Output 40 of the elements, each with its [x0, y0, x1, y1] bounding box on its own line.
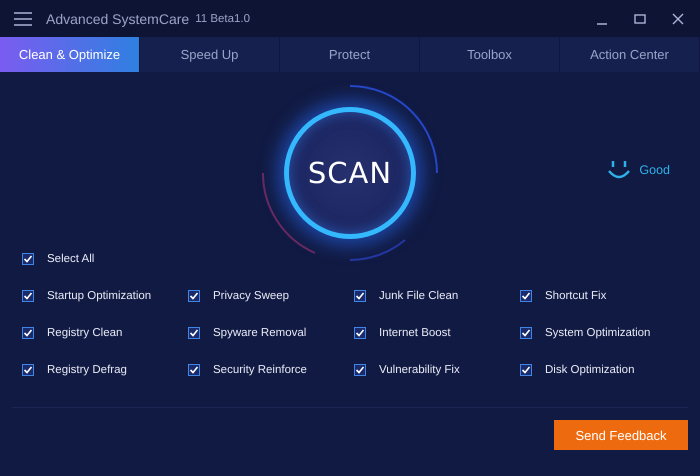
- send-feedback-button[interactable]: Send Feedback: [554, 420, 688, 450]
- tab[interactable]: Clean & Optimize: [0, 37, 140, 72]
- checkbox[interactable]: [520, 364, 532, 376]
- window-title: Advanced SystemCare: [46, 10, 190, 26]
- option-label: Vulnerability Fix: [379, 364, 460, 376]
- menu-icon[interactable]: [14, 12, 32, 26]
- option-label: Registry Defrag: [47, 364, 127, 376]
- close-icon[interactable]: [672, 12, 684, 24]
- option-label: Internet Boost: [379, 327, 451, 339]
- option-label: Spyware Removal: [213, 327, 306, 339]
- tab[interactable]: Protect: [280, 37, 420, 72]
- status-label: Good: [639, 163, 670, 177]
- option-label: Select All: [47, 253, 94, 265]
- checkbox[interactable]: [354, 290, 366, 302]
- option-label: Junk File Clean: [379, 290, 458, 302]
- option-label: Registry Clean: [47, 327, 122, 339]
- option-label: Shortcut Fix: [545, 290, 606, 302]
- checkbox[interactable]: [22, 253, 34, 265]
- checkbox[interactable]: [520, 290, 532, 302]
- checkbox[interactable]: [22, 327, 34, 339]
- checkbox[interactable]: [188, 290, 200, 302]
- version-label: 11 Beta1.0: [195, 12, 250, 24]
- maximize-icon[interactable]: [634, 12, 646, 24]
- scan-button[interactable]: SCAN: [284, 107, 416, 239]
- checkbox[interactable]: [188, 327, 200, 339]
- option-label: Disk Optimization: [545, 364, 634, 376]
- tab[interactable]: Speed Up: [140, 37, 280, 72]
- checkbox[interactable]: [22, 290, 34, 302]
- option-label: Privacy Sweep: [213, 290, 290, 302]
- checkbox[interactable]: [354, 327, 366, 339]
- checkbox[interactable]: [188, 364, 200, 376]
- checkbox[interactable]: [22, 364, 34, 376]
- option-label: System Optimization: [545, 327, 650, 339]
- option-label: Startup Optimization: [47, 290, 152, 302]
- checkbox[interactable]: [520, 327, 532, 339]
- tab[interactable]: Action Center: [560, 37, 700, 72]
- tab[interactable]: Toolbox: [420, 37, 560, 72]
- checkbox[interactable]: [354, 364, 366, 376]
- option-label: Security Reinforce: [213, 364, 307, 376]
- smiley-icon: [607, 159, 632, 181]
